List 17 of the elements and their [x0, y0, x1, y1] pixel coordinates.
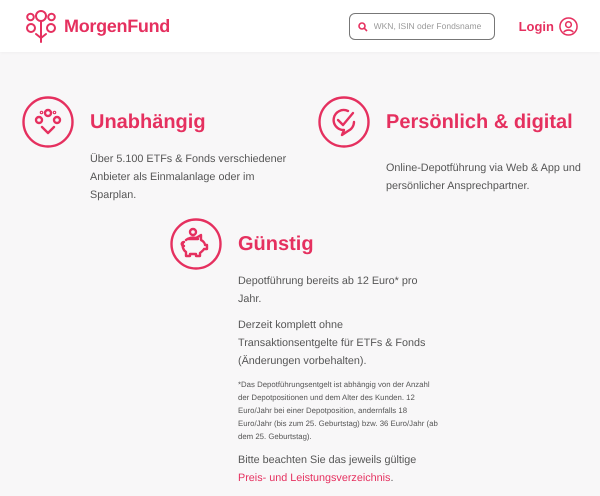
search-field[interactable]: WKN, ISIN oder Fondsname [348, 12, 495, 40]
feature-title: Günstig [238, 232, 315, 257]
user-icon [559, 16, 578, 36]
chat-check-icon [318, 96, 370, 148]
notice-text: Bitte beachten Sie das jeweils gültige Preis- und Leistungsverzeichnis. [238, 453, 418, 486]
people-icon [22, 96, 74, 148]
description-text: Online-Depotführung via Web & App und persönlicher Ansprechpartner. [386, 161, 582, 194]
logo-icon [26, 9, 56, 43]
description-text: Derzeit komplett ohne Transaktionsentgelte für ETFs & Fonds (Änderungen vorbehalten). [238, 318, 426, 369]
description-text: Über 5.100 ETFs & Fonds verschiedener Anbieter als Einmalanlage oder im Sparplan. [90, 152, 288, 203]
login-link[interactable]: Login [518, 16, 578, 36]
price-list-link[interactable]: Preis- und Leistungsverzeichnis [238, 472, 390, 484]
brand-name: MorgenFund [64, 16, 170, 36]
feature-title: Persönlich & digital [386, 110, 574, 135]
feature-title: Unabhängig [90, 110, 207, 135]
piggy-bank-icon [170, 218, 222, 270]
description-text: Depotführung bereits ab 12 Euro* pro Jahr. [238, 274, 418, 307]
